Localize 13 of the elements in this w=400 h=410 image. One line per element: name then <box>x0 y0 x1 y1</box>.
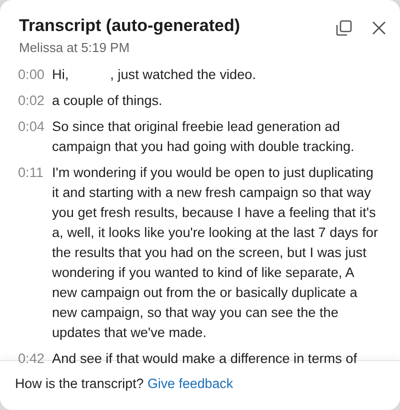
feedback-link[interactable]: Give feedback <box>147 376 234 391</box>
timestamp[interactable]: 0:04 <box>18 117 52 157</box>
transcript-text: Hi, , just watched the video. <box>52 66 257 84</box>
panel-subtitle: Melissa at 5:19 PM <box>19 40 131 56</box>
transcript-text: I'm wondering if you would be open to just duplicating it and starting with a new fresh campaign so that way you get fresh results, because I have a feeling that it's a, well, it looks like you're looking at the last 7 days for the results that you had on the screen, but I was just wondering if you wanted to kind of like separate, A new campaign out from the or basically duplicate a new campaign, so that way you can see the the updates that we've made. <box>52 164 379 342</box>
timestamp[interactable]: 0:02 <box>18 91 52 111</box>
copy-icon[interactable] <box>336 20 352 36</box>
close-icon[interactable] <box>372 21 386 35</box>
panel-title: Transcript (auto-generated) <box>19 15 240 37</box>
timestamp[interactable]: 0:11 <box>18 163 52 343</box>
timestamp[interactable]: 0:00 <box>18 65 52 85</box>
transcript-text: a couple of things. <box>52 92 164 110</box>
transcript-text: So since that original freebie lead generation ad campaign that you had going with double tracking. <box>52 118 356 156</box>
